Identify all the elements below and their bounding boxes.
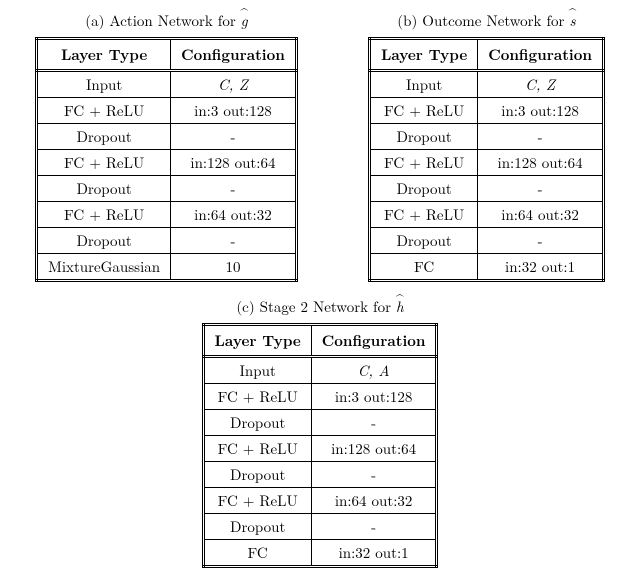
cell-layer-type: Input — [203, 357, 311, 384]
cell-configuration: - — [478, 124, 604, 150]
table-b-header-config: Configuration — [478, 39, 604, 71]
caption-c-text: (c) Stage 2 Network for — [236, 296, 396, 317]
cell-layer-type: Dropout — [369, 228, 477, 254]
cell-configuration: C, Z — [171, 71, 297, 98]
cell-configuration: - — [311, 514, 437, 540]
cell-layer-type: Dropout — [369, 176, 477, 202]
cell-configuration: - — [478, 176, 604, 202]
table-row: InputC, Z — [369, 71, 603, 98]
table-row: FC + ReLUin:64 out:32 — [203, 488, 437, 514]
cell-layer-type: FC + ReLU — [37, 98, 171, 124]
caption-c: (c) Stage 2 Network for h — [236, 296, 403, 317]
cell-configuration: in:32 out:1 — [311, 540, 437, 567]
cell-configuration: in:64 out:32 — [478, 202, 604, 228]
cell-configuration: C, A — [311, 357, 437, 384]
table-b-header-layer: Layer Type — [369, 39, 477, 71]
cell-configuration: - — [311, 462, 437, 488]
table-row: InputC, A — [203, 357, 437, 384]
table-row: MixtureGaussian10 — [37, 254, 297, 281]
cell-layer-type: FC + ReLU — [203, 488, 311, 514]
cell-layer-type: Dropout — [37, 124, 171, 150]
cell-layer-type: FC — [369, 254, 477, 281]
cell-configuration: in:128 out:64 — [311, 436, 437, 462]
cell-configuration: - — [311, 410, 437, 436]
cell-configuration: in:64 out:32 — [171, 202, 297, 228]
table-row: Dropout- — [369, 228, 603, 254]
cell-layer-type: Dropout — [203, 462, 311, 488]
table-c-header-config: Configuration — [311, 325, 437, 357]
cell-layer-type: FC + ReLU — [369, 98, 477, 124]
cell-configuration: in:64 out:32 — [311, 488, 437, 514]
cell-configuration: 10 — [171, 254, 297, 281]
cell-configuration: - — [171, 176, 297, 202]
cell-layer-type: MixtureGaussian — [37, 254, 171, 281]
table-row: FC + ReLUin:128 out:64 — [369, 150, 603, 176]
table-row: Dropout- — [203, 462, 437, 488]
cell-configuration: in:128 out:64 — [478, 150, 604, 176]
table-row: FC + ReLUin:128 out:64 — [203, 436, 437, 462]
cell-configuration: C, Z — [478, 71, 604, 98]
cell-configuration: - — [171, 228, 297, 254]
table-row: FC + ReLUin:3 out:128 — [369, 98, 603, 124]
table-row: Dropout- — [203, 410, 437, 436]
cell-configuration: in:32 out:1 — [478, 254, 604, 281]
cell-layer-type: FC + ReLU — [37, 202, 171, 228]
caption-c-hat: h — [396, 296, 404, 317]
cell-layer-type: FC + ReLU — [369, 150, 477, 176]
cell-layer-type: FC + ReLU — [203, 436, 311, 462]
panel-c: (c) Stage 2 Network for h Layer Type Con… — [202, 296, 439, 568]
cell-layer-type: Dropout — [37, 176, 171, 202]
table-row: FC + ReLUin:64 out:32 — [37, 202, 297, 228]
cell-layer-type: Input — [37, 71, 171, 98]
cell-layer-type: FC + ReLU — [203, 384, 311, 410]
table-row: FCin:32 out:1 — [203, 540, 437, 567]
cell-layer-type: Dropout — [203, 410, 311, 436]
caption-b-text: (b) Outcome Network for — [397, 10, 569, 31]
cell-configuration: in:3 out:128 — [171, 98, 297, 124]
caption-b: (b) Outcome Network for s — [397, 10, 575, 31]
table-row: Dropout- — [37, 124, 297, 150]
caption-a-hat: g — [241, 10, 248, 31]
caption-b-hat: s — [569, 10, 575, 31]
table-a-header-config: Configuration — [171, 39, 297, 71]
table-row: FC + ReLUin:64 out:32 — [369, 202, 603, 228]
table-a-body: InputC, ZFC + ReLUin:3 out:128Dropout-FC… — [37, 71, 297, 281]
table-row: Dropout- — [37, 228, 297, 254]
cell-configuration: - — [478, 228, 604, 254]
cell-layer-type: Input — [369, 71, 477, 98]
caption-a-text: (a) Action Network for — [85, 10, 241, 31]
table-b-header-row: Layer Type Configuration — [369, 39, 603, 71]
cell-configuration: in:128 out:64 — [171, 150, 297, 176]
table-c-header-layer: Layer Type — [203, 325, 311, 357]
panel-a: (a) Action Network for g Layer Type Conf… — [35, 10, 298, 282]
table-row: FC + ReLUin:3 out:128 — [37, 98, 297, 124]
panel-b: (b) Outcome Network for s Layer Type Con… — [368, 10, 605, 282]
cell-layer-type: Dropout — [369, 124, 477, 150]
table-row: InputC, Z — [37, 71, 297, 98]
cell-layer-type: Dropout — [37, 228, 171, 254]
table-row: Dropout- — [369, 124, 603, 150]
caption-a: (a) Action Network for g — [85, 10, 247, 31]
cell-configuration: - — [171, 124, 297, 150]
table-b-body: InputC, ZFC + ReLUin:3 out:128Dropout-FC… — [369, 71, 603, 281]
table-b: Layer Type Configuration InputC, ZFC + R… — [368, 37, 605, 282]
table-c: Layer Type Configuration InputC, AFC + R… — [202, 323, 439, 568]
table-row: Dropout- — [369, 176, 603, 202]
table-a: Layer Type Configuration InputC, ZFC + R… — [35, 37, 298, 282]
cell-layer-type: FC — [203, 540, 311, 567]
table-row: FCin:32 out:1 — [369, 254, 603, 281]
table-c-body: InputC, AFC + ReLUin:3 out:128Dropout-FC… — [203, 357, 437, 567]
cell-configuration: in:3 out:128 — [311, 384, 437, 410]
cell-layer-type: FC + ReLU — [369, 202, 477, 228]
table-a-header-row: Layer Type Configuration — [37, 39, 297, 71]
table-row: Dropout- — [203, 514, 437, 540]
table-c-header-row: Layer Type Configuration — [203, 325, 437, 357]
table-a-header-layer: Layer Type — [37, 39, 171, 71]
cell-layer-type: FC + ReLU — [37, 150, 171, 176]
table-row: FC + ReLUin:3 out:128 — [203, 384, 437, 410]
cell-configuration: in:3 out:128 — [478, 98, 604, 124]
table-row: Dropout- — [37, 176, 297, 202]
table-row: FC + ReLUin:128 out:64 — [37, 150, 297, 176]
cell-layer-type: Dropout — [203, 514, 311, 540]
